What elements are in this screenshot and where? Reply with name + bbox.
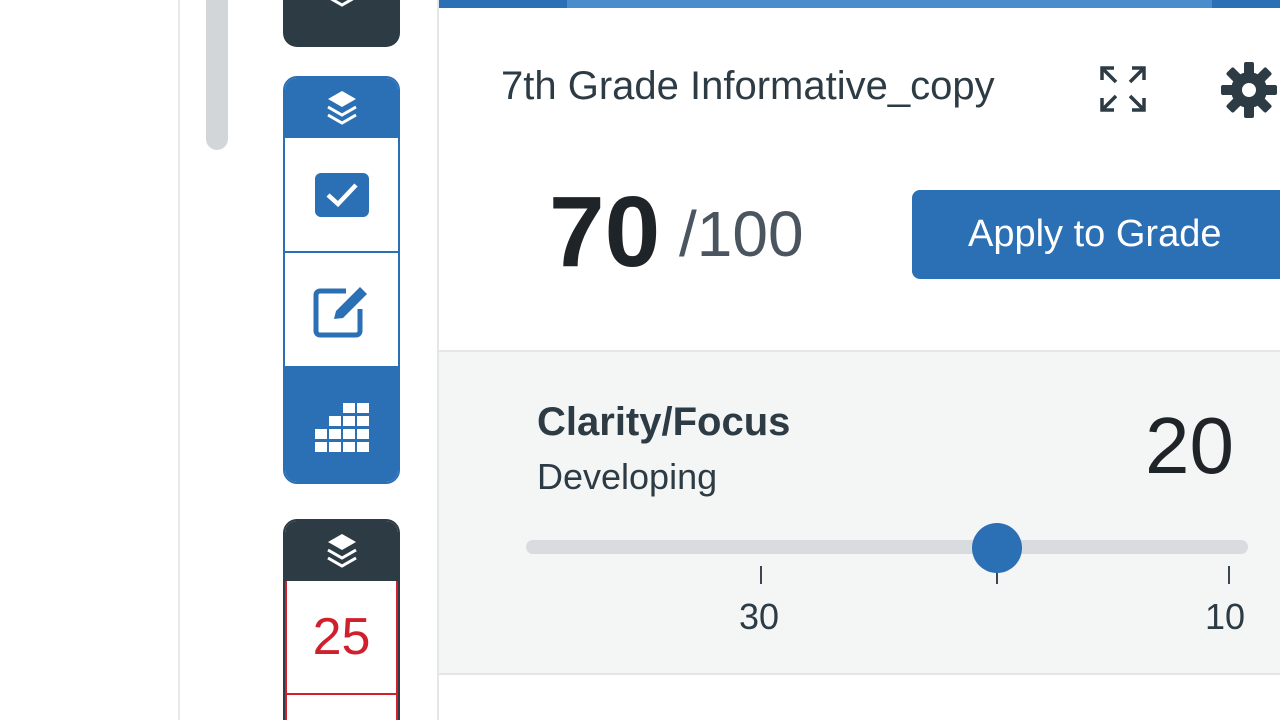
panel-top-bar-highlight: [567, 0, 1212, 8]
checkbox-tool[interactable]: [285, 138, 398, 253]
edit-tool[interactable]: [285, 253, 398, 368]
criterion-points: 20: [1145, 401, 1234, 490]
layers-icon: [283, 0, 400, 14]
tool-group-top[interactable]: [283, 0, 400, 47]
criterion-rating: Developing: [537, 456, 718, 497]
layers-icon: [326, 534, 357, 568]
left-divider: [178, 0, 180, 720]
slider-tick: [760, 566, 762, 584]
tool-group-score: 25: [283, 519, 400, 720]
rubric-panel: 7th Grade Informative_copy 70 /100 Apply…: [437, 0, 1280, 720]
rubric-score-total: /100: [679, 198, 804, 270]
slider-tick: [1228, 566, 1230, 584]
scrollbar-thumb[interactable]: [206, 0, 228, 150]
tool-group-rubric: [283, 76, 400, 484]
grid-icon: [314, 402, 369, 452]
grid-tool[interactable]: [285, 368, 398, 482]
score-cell-next[interactable]: [285, 695, 398, 720]
edit-icon: [313, 286, 367, 337]
checkbox-checked-icon: [314, 172, 369, 217]
criterion-slider-thumb[interactable]: [972, 523, 1022, 573]
layers-icon: [326, 91, 357, 125]
apply-to-grade-button[interactable]: Apply to Grade: [912, 190, 1280, 279]
rubric-score: 70: [549, 176, 661, 288]
criterion-name: Clarity/Focus: [537, 400, 791, 444]
criterion-row: Clarity/Focus Developing 20 30 10: [439, 350, 1280, 675]
expand-icon[interactable]: [1098, 64, 1148, 114]
criterion-slider-track[interactable]: [526, 540, 1248, 554]
tool-group-rubric-header[interactable]: [285, 78, 398, 138]
slider-tick-label: 10: [1205, 596, 1246, 637]
slider-tick-label: 30: [739, 596, 780, 637]
gear-icon[interactable]: [1219, 60, 1279, 120]
rubric-title: 7th Grade Informative_copy: [501, 64, 995, 108]
score-value[interactable]: 25: [285, 581, 398, 695]
tool-group-score-header[interactable]: [285, 521, 398, 581]
